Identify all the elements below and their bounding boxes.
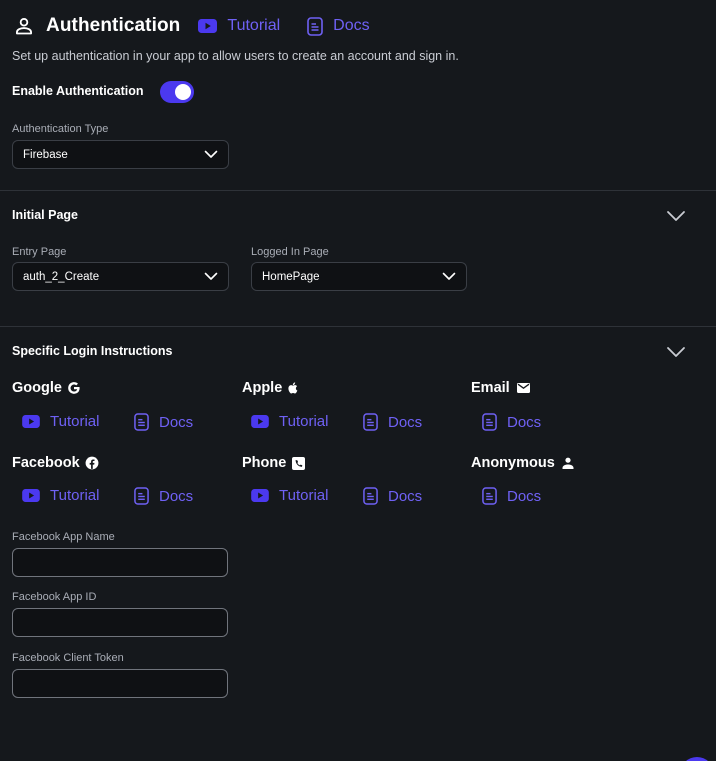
provider-facebook-label: Facebook xyxy=(12,455,80,471)
floating-action-button[interactable] xyxy=(680,757,714,761)
chevron-down-icon xyxy=(442,272,456,281)
facebook-client-token-input[interactable] xyxy=(12,669,228,698)
google-docs-link[interactable]: Docs xyxy=(134,413,193,431)
toggle-knob xyxy=(175,84,191,100)
google-tutorial-label: Tutorial xyxy=(50,413,100,430)
phone-docs-link[interactable]: Docs xyxy=(363,487,422,505)
provider-anonymous-label: Anonymous xyxy=(471,455,555,471)
page-subtitle: Set up authentication in your app to all… xyxy=(12,49,459,63)
google-tutorial-link[interactable]: Tutorial xyxy=(22,413,99,430)
email-docs-link[interactable]: Docs xyxy=(482,413,541,431)
enable-authentication-toggle[interactable] xyxy=(160,81,194,103)
divider xyxy=(0,326,716,327)
provider-email: Email xyxy=(471,380,530,396)
phone-tutorial-label: Tutorial xyxy=(279,487,329,504)
apple-docs-link[interactable]: Docs xyxy=(363,413,422,431)
logged-in-page-value: HomePage xyxy=(262,270,320,283)
youtube-icon xyxy=(251,415,269,428)
phone-docs-label: Docs xyxy=(388,487,423,505)
document-icon xyxy=(363,413,378,431)
facebook-tutorial-link[interactable]: Tutorial xyxy=(22,487,99,504)
authentication-type-value: Firebase xyxy=(23,148,68,161)
facebook-icon xyxy=(85,456,99,470)
phone-icon xyxy=(292,456,306,470)
entry-page-label: Entry Page xyxy=(12,246,67,258)
logged-in-page-label: Logged In Page xyxy=(251,246,329,258)
document-icon xyxy=(134,413,149,431)
divider xyxy=(0,190,716,191)
mail-icon xyxy=(516,383,530,393)
person-icon xyxy=(562,457,574,469)
page-title: Authentication xyxy=(46,15,181,36)
youtube-icon xyxy=(22,415,40,428)
document-icon xyxy=(482,413,497,431)
chevron-down-icon xyxy=(204,272,218,281)
entry-page-value: auth_2_Create xyxy=(23,270,100,283)
anonymous-docs-label: Docs xyxy=(507,487,542,505)
authentication-type-label: Authentication Type xyxy=(12,123,109,135)
document-icon xyxy=(363,487,378,505)
provider-google: Google xyxy=(12,380,81,396)
header: Authentication Tutorial Docs xyxy=(14,12,370,40)
provider-anonymous: Anonymous xyxy=(471,455,574,471)
header-tutorial-link[interactable]: Tutorial xyxy=(198,17,280,35)
person-icon xyxy=(14,16,34,36)
facebook-docs-label: Docs xyxy=(159,487,194,505)
provider-apple: Apple xyxy=(242,380,300,396)
entry-page-dropdown[interactable]: auth_2_Create xyxy=(12,262,229,291)
google-icon xyxy=(67,381,81,395)
authentication-type-dropdown[interactable]: Firebase xyxy=(12,140,229,169)
google-docs-label: Docs xyxy=(159,413,194,431)
header-tutorial-label: Tutorial xyxy=(227,17,281,34)
login-instructions-collapse-chevron-icon[interactable] xyxy=(666,346,686,358)
chevron-down-icon xyxy=(204,150,218,159)
header-docs-label: Docs xyxy=(333,17,370,34)
facebook-tutorial-label: Tutorial xyxy=(50,487,100,504)
facebook-app-name-label: Facebook App Name xyxy=(12,531,115,543)
initial-page-collapse-chevron-icon[interactable] xyxy=(666,210,686,222)
login-instructions-title: Specific Login Instructions xyxy=(12,344,173,358)
phone-tutorial-link[interactable]: Tutorial xyxy=(251,487,328,504)
youtube-icon xyxy=(22,489,40,502)
document-icon xyxy=(482,487,497,505)
provider-google-label: Google xyxy=(12,380,62,396)
provider-email-label: Email xyxy=(471,380,510,396)
facebook-app-id-input[interactable] xyxy=(12,608,228,637)
email-docs-label: Docs xyxy=(507,413,542,431)
provider-phone-label: Phone xyxy=(242,455,287,471)
anonymous-docs-link[interactable]: Docs xyxy=(482,487,541,505)
facebook-app-name-input[interactable] xyxy=(12,548,228,577)
apple-tutorial-label: Tutorial xyxy=(279,413,329,430)
youtube-icon xyxy=(251,489,269,502)
apple-tutorial-link[interactable]: Tutorial xyxy=(251,413,328,430)
apple-icon xyxy=(287,381,300,395)
document-icon xyxy=(134,487,149,505)
facebook-app-id-label: Facebook App ID xyxy=(12,591,97,603)
facebook-docs-link[interactable]: Docs xyxy=(134,487,193,505)
provider-facebook: Facebook xyxy=(12,455,99,471)
youtube-icon xyxy=(198,19,218,33)
facebook-client-token-label: Facebook Client Token xyxy=(12,652,124,664)
provider-apple-label: Apple xyxy=(242,380,283,396)
header-docs-link[interactable]: Docs xyxy=(307,16,370,36)
enable-authentication-label: Enable Authentication xyxy=(12,84,144,98)
provider-phone: Phone xyxy=(242,455,306,471)
logged-in-page-dropdown[interactable]: HomePage xyxy=(251,262,467,291)
initial-page-title: Initial Page xyxy=(12,208,78,222)
apple-docs-label: Docs xyxy=(388,413,423,431)
document-icon xyxy=(307,16,323,36)
